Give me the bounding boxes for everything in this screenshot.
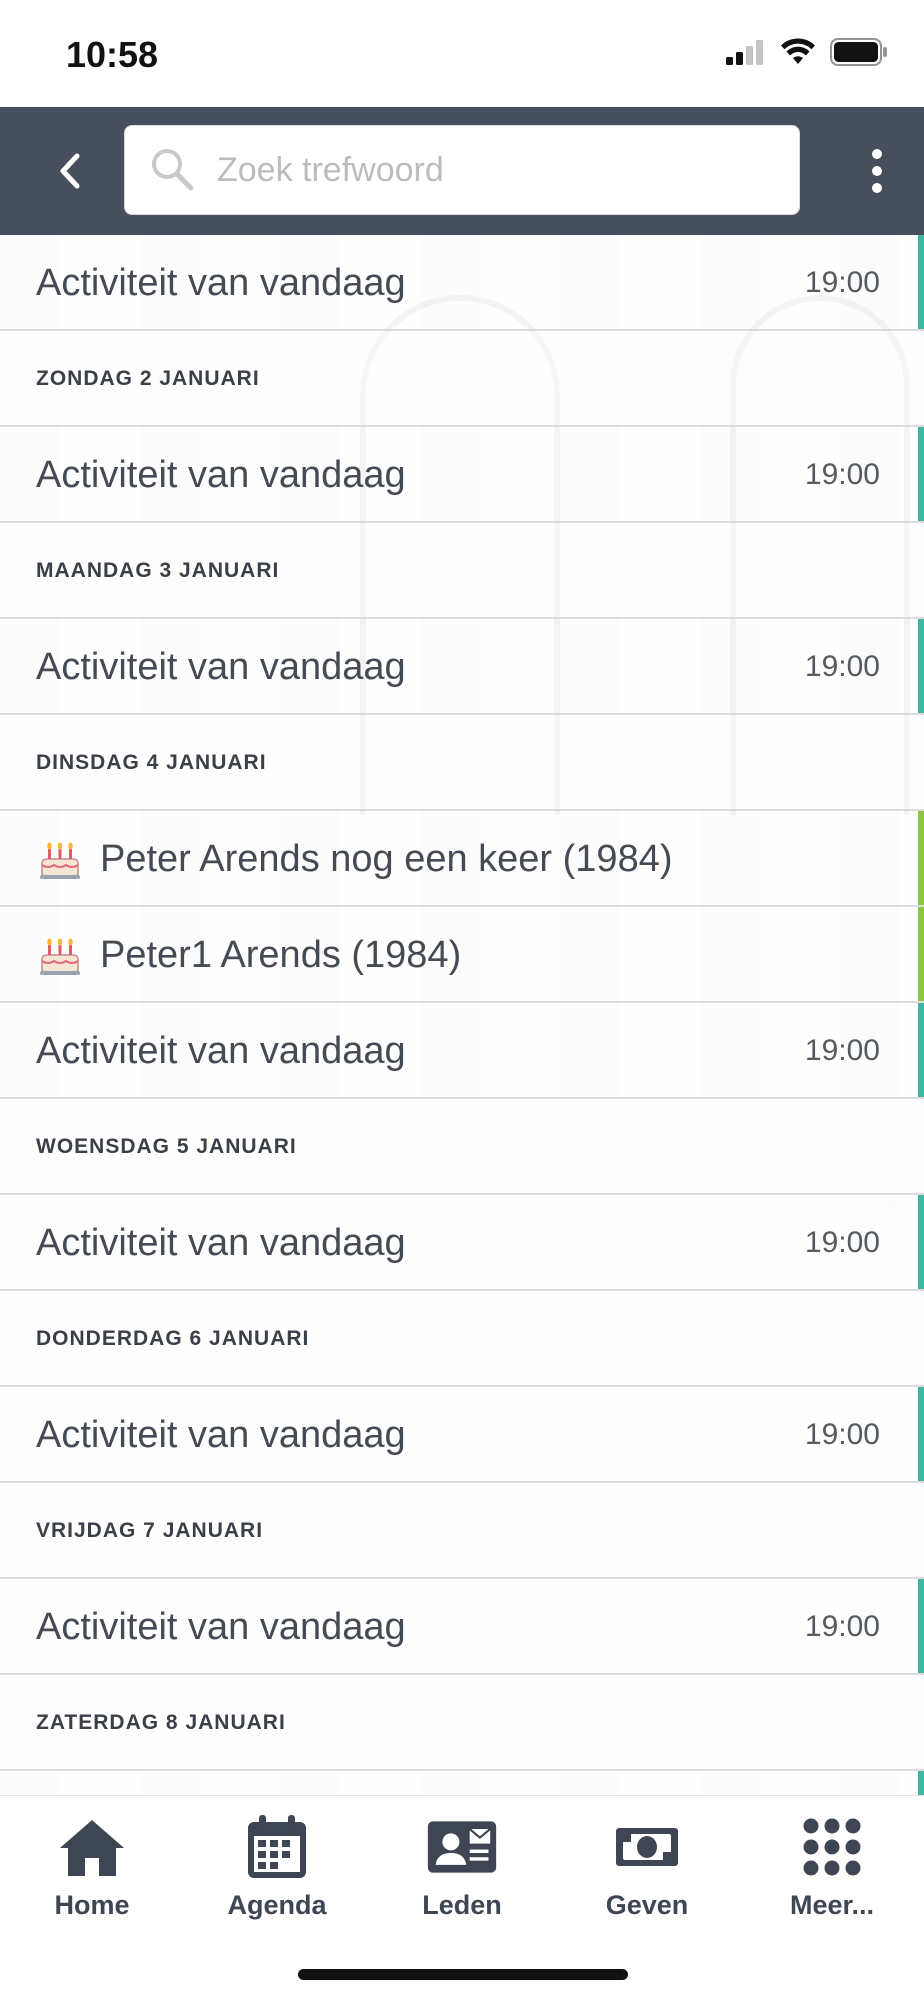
more-dot-icon <box>872 166 882 176</box>
event-accent-bar <box>918 1195 924 1289</box>
date-section-header: DONDERDAG 6 JANUARI <box>0 1291 924 1387</box>
birthday-title: Peter1 Arends (1984) <box>100 934 462 976</box>
tab-label: Leden <box>422 1890 502 1920</box>
calendar-icon <box>242 1814 312 1880</box>
tab-label: Agenda <box>227 1890 327 1920</box>
event-title: Activiteit van vandaag <box>36 1222 406 1264</box>
date-section-header: MAANDAG 3 JANUARI <box>0 523 924 619</box>
event-time: 19:00 <box>804 1610 880 1643</box>
tab-leden[interactable]: Leden <box>382 1814 542 1934</box>
birthday-list-item[interactable]: Peter Arends nog een keer (1984) <box>0 811 924 907</box>
section-date-label: ZONDAG 2 JANUARI <box>36 367 260 390</box>
home-indicator[interactable] <box>298 1969 628 1980</box>
event-time: 19:00 <box>804 650 880 683</box>
tab-home[interactable]: Home <box>12 1814 172 1934</box>
section-date-label: DINSDAG 4 JANUARI <box>36 751 267 774</box>
section-date-label: VRIJDAG 7 JANUARI <box>36 1519 264 1542</box>
section-date-label: MAANDAG 3 JANUARI <box>36 559 280 582</box>
contact-card-icon <box>427 1814 497 1880</box>
tab-geven[interactable]: Geven <box>567 1814 727 1934</box>
event-list-item[interactable]: Activiteit van vandaag 19:00 <box>0 427 924 523</box>
event-list-item[interactable]: Activiteit van vandaag 19:00 <box>0 1003 924 1099</box>
chevron-left-icon <box>60 153 80 189</box>
status-time: 10:58 <box>66 34 159 75</box>
battery-icon <box>830 38 887 66</box>
tab-label: Meer... <box>789 1890 875 1920</box>
tab-label: Geven <box>605 1890 689 1920</box>
date-section-header: ZONDAG 2 JANUARI <box>0 331 924 427</box>
search-icon <box>152 149 194 191</box>
date-section-header: DINSDAG 4 JANUARI <box>0 715 924 811</box>
event-accent-bar <box>918 427 924 521</box>
event-list-item[interactable]: Activiteit van vandaag 19:00 <box>0 1579 924 1675</box>
money-icon <box>612 1814 682 1880</box>
event-list-item[interactable]: Activiteit van vandaag 19:00 <box>0 619 924 715</box>
event-time: 19:00 <box>804 1418 880 1451</box>
event-title: Activiteit van vandaag <box>36 1030 406 1072</box>
back-button[interactable] <box>48 139 92 203</box>
event-time: 19:00 <box>804 1226 880 1259</box>
wifi-icon <box>781 38 815 64</box>
section-date-label: ZATERDAG 8 JANUARI <box>36 1711 286 1734</box>
event-accent-bar <box>918 619 924 713</box>
agenda-list[interactable]: Activiteit van vandaag 19:00 ZONDAG 2 JANU… <box>0 235 924 1795</box>
grid-dots-icon <box>797 1814 867 1880</box>
event-title: Activiteit van vandaag <box>36 454 406 496</box>
section-date-label: WOENSDAG 5 JANUARI <box>36 1135 297 1158</box>
tab-meer[interactable]: Meer... <box>752 1814 912 1934</box>
event-time: 19:00 <box>804 1034 880 1067</box>
birthday-accent-bar <box>918 907 924 1001</box>
event-accent-bar <box>918 1771 924 1795</box>
event-accent-bar <box>918 1387 924 1481</box>
date-section-header: WOENSDAG 5 JANUARI <box>0 1099 924 1195</box>
event-accent-bar <box>918 235 924 329</box>
birthday-cake-icon <box>40 938 80 975</box>
tab-agenda[interactable]: Agenda <box>197 1814 357 1934</box>
event-accent-bar <box>918 1579 924 1673</box>
home-icon <box>57 1814 127 1880</box>
status-bar: 10:58 <box>0 0 924 107</box>
search-box[interactable] <box>124 125 800 215</box>
date-section-header: ZATERDAG 8 JANUARI <box>0 1675 924 1771</box>
event-title: Activiteit van vandaag <box>36 646 406 688</box>
birthday-list-item[interactable]: Peter1 Arends (1984) <box>0 907 924 1003</box>
event-time: 19:00 <box>804 266 880 299</box>
cellular-signal-icon <box>726 40 763 65</box>
date-section-header: VRIJDAG 7 JANUARI <box>0 1483 924 1579</box>
more-options-button[interactable] <box>870 149 884 193</box>
event-title: Activiteit van vandaag <box>36 1414 406 1456</box>
event-list-item[interactable]: Activiteit van vandaag 19:00 <box>0 1387 924 1483</box>
event-title: Activiteit van vandaag <box>36 262 406 304</box>
event-list-item[interactable]: Activiteit van vandaag 19:00 <box>0 1195 924 1291</box>
birthday-cake-icon <box>40 842 80 879</box>
event-list-item[interactable]: Activiteit van vandaag 19:00 <box>0 235 924 331</box>
event-time: 19:00 <box>804 458 880 491</box>
tab-label: Home <box>54 1890 130 1920</box>
status-icons <box>726 38 888 66</box>
birthday-title: Peter Arends nog een keer (1984) <box>100 838 673 880</box>
event-accent-bar <box>918 1003 924 1097</box>
top-header <box>0 107 924 235</box>
event-title: Activiteit van vandaag <box>36 1606 406 1648</box>
search-input[interactable] <box>217 126 777 214</box>
more-dot-icon <box>872 149 882 159</box>
more-dot-icon <box>872 183 882 193</box>
birthday-accent-bar <box>918 811 924 905</box>
section-date-label: DONDERDAG 6 JANUARI <box>36 1327 310 1350</box>
